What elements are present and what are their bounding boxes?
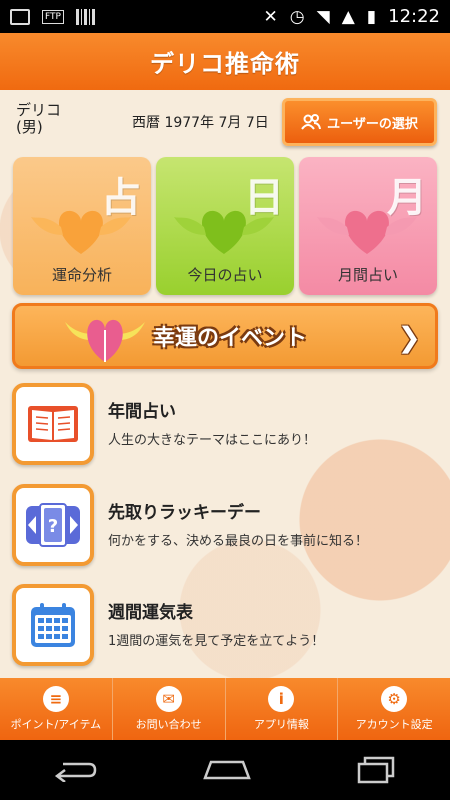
list-item-title: 週間運気表 [108,603,193,623]
coins-icon: ≡ [42,686,69,712]
winged-heart-icon [174,210,274,254]
home-icon[interactable] [203,758,251,782]
users-icon [301,114,322,130]
list-item-subtitle: 人生の大きなテーマはここにあり！ [108,433,317,448]
user-name-block: デリコ (男) [16,102,61,136]
user-name: デリコ [16,101,62,119]
status-bar: FTP ✕ ◷ ◥ ▲ ▮ 12:22 [0,0,450,33]
book-icon [12,383,94,465]
battery-icon: ▮ [366,6,377,27]
tile-monthly-fortune[interactable]: 月 月間占い [299,157,437,295]
tab-label: アカウント設定 [355,718,433,731]
calendar-icon [12,584,94,666]
tab-label: ポイント/アイテム [10,718,102,731]
user-gender: (男) [16,118,43,136]
back-icon[interactable] [53,758,97,782]
wifi-icon: ◥ [316,6,330,27]
lucky-event-title: 幸運のイベント [153,326,308,351]
alarm-icon: ◷ [289,6,305,27]
image-notification-icon [10,8,30,25]
tab-app-info[interactable]: i アプリ情報 [226,678,339,740]
tile-label: 月間占い [337,266,398,284]
list-item-subtitle: 何かをする、決める最良の日を事前に知る！ [108,534,369,549]
gear-icon: ⚙ [381,686,408,712]
tile-today-fortune[interactable]: 日 今日の占い [156,157,294,295]
list-item-weekly[interactable]: 週間運気表 1週間の運気を見て予定を立てよう！ [12,584,442,672]
select-user-button[interactable]: ユーザーの選択 [282,98,437,146]
select-user-label: ユーザーの選択 [327,116,418,132]
info-icon: i [268,686,295,712]
barcode-notification-icon [75,8,95,25]
list-item-subtitle: 1週間の運気を見て予定を立てよう！ [108,634,325,649]
svg-text:?: ? [48,516,58,537]
lucky-event-banner[interactable]: 幸運のイベント ❯ [12,303,438,369]
winged-heart-icon [65,319,145,362]
tab-label: アプリ情報 [253,718,309,731]
tile-fate-analysis[interactable]: 占 運命分析 [13,157,151,295]
chevron-right-icon: ❯ [397,321,421,354]
list-item-title: 年間占い [108,402,176,422]
list-item-title: 先取りラッキーデー [108,503,261,523]
tile-label: 今日の占い [187,266,263,284]
bottom-tab-bar: ≡ ポイント/アイテム ✉ お問い合わせ i アプリ情報 ⚙ アカウント設定 [0,678,450,740]
mute-icon: ✕ [263,6,278,27]
ftp-notification-icon: FTP [42,9,64,24]
tab-points-items[interactable]: ≡ ポイント/アイテム [0,678,113,740]
card-icon: ? [12,484,94,566]
winged-heart-icon [317,210,417,254]
signal-icon: ▲ [341,6,355,27]
clock: 12:22 [388,6,440,27]
tile-label: 運命分析 [51,266,112,284]
app-title: デリコ推命術 [0,33,450,90]
tab-account-settings[interactable]: ⚙ アカウント設定 [338,678,450,740]
recents-icon[interactable] [357,756,397,784]
tab-label: お問い合わせ [135,718,202,731]
winged-heart-icon [31,210,131,254]
user-info: デリコ (男) 西暦 1977年 7月 7日 ユーザーの選択 [0,98,450,150]
list-item-yearly[interactable]: 年間占い 人生の大きなテーマはここにあり！ [12,383,442,471]
birth-date: 西暦 1977年 7月 7日 [132,115,269,131]
mail-icon: ✉ [155,686,182,712]
system-nav-bar [0,740,450,800]
list-item-lucky-day[interactable]: ? 先取りラッキーデー 何かをする、決める最良の日を事前に知る！ [12,484,442,572]
tab-contact[interactable]: ✉ お問い合わせ [113,678,226,740]
